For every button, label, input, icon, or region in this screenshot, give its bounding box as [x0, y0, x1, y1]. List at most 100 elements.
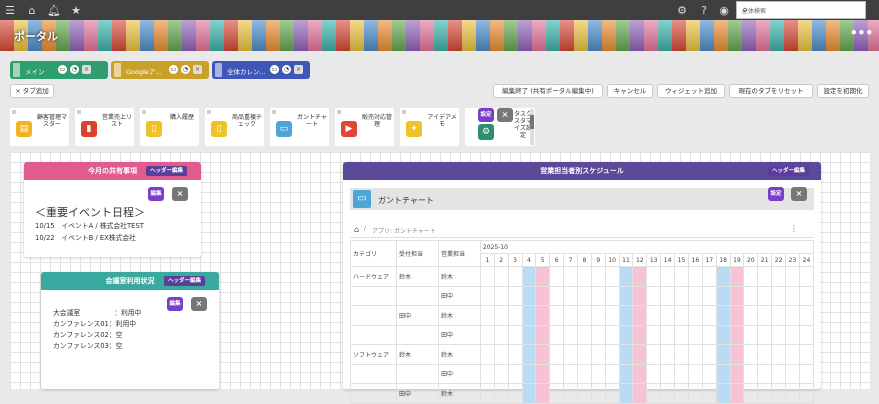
day-cell	[729, 383, 745, 404]
category-cell	[350, 285, 397, 306]
day-cell	[798, 305, 815, 326]
tab-copy-icon[interactable]: ◔	[181, 65, 190, 74]
shortcut-customer-master[interactable]: ▤ 顧客管理マスター	[10, 108, 69, 146]
day-cell	[674, 324, 689, 345]
day-cell	[785, 383, 800, 404]
day-cell	[535, 363, 551, 384]
day-cell	[715, 344, 731, 365]
day-cell	[604, 324, 620, 345]
add-tab-button[interactable]: × タブ追加	[10, 84, 54, 98]
day-cell	[590, 383, 606, 404]
tab-calendar[interactable]: 全体カレン... ▭ ◔ ×	[212, 61, 310, 79]
table-row[interactable]: 田中	[350, 285, 815, 306]
bell-icon[interactable]: 🔔︎	[47, 3, 61, 17]
day-cell	[757, 344, 773, 365]
hamburger-icon[interactable]: ☰	[3, 3, 17, 17]
day-cell	[618, 344, 634, 365]
monitor-icon: ▭	[353, 190, 371, 208]
table-row[interactable]: 田中 鈴木	[350, 383, 815, 404]
init-settings-button[interactable]: 設定を初期化	[817, 84, 869, 98]
table-row[interactable]: 田中 鈴木	[350, 305, 815, 326]
close-button[interactable]: ×	[172, 187, 188, 201]
shortcut-task-settings[interactable]: ⚙ 設定 × タスクスタマイズ設定	[465, 108, 535, 146]
table-row[interactable]: ハードウェア 鈴木 鈴木	[350, 266, 815, 287]
day-cell	[590, 344, 606, 365]
day-cell	[715, 324, 731, 345]
search-icon[interactable]: ⌕	[742, 3, 861, 17]
widget-title: 会議室利用状況	[105, 277, 155, 285]
tab-copy-icon[interactable]: ◔	[70, 65, 79, 74]
sales-cell: 田中	[437, 285, 481, 306]
drag-handle-icon[interactable]	[215, 63, 222, 77]
shortcut-close-button[interactable]: ×	[497, 108, 513, 122]
star-icon[interactable]: ★	[69, 3, 83, 17]
user-icon[interactable]: ◉	[717, 3, 731, 17]
shortcut-purchase-history[interactable]: ▯ 購入履歴	[140, 108, 199, 146]
day-cell	[632, 324, 648, 345]
close-button[interactable]: ×	[191, 297, 207, 311]
shortcut-sales-support[interactable]: ▶ 販売対応管理	[335, 108, 394, 146]
day-cell	[785, 305, 800, 326]
category-cell: ソフトウェア	[350, 344, 397, 365]
day-cell	[590, 305, 606, 326]
shortcut-sales-list[interactable]: ▮ 営業売上リスト	[75, 108, 134, 146]
day-cell	[618, 285, 634, 306]
tab-edit-icon[interactable]: ▭	[58, 65, 67, 74]
tab-close-icon[interactable]: ×	[294, 65, 303, 74]
tab-edit-icon[interactable]: ▭	[270, 65, 279, 74]
shortcut-duplicate-check[interactable]: ▯ 商品重複チェック	[205, 108, 264, 146]
edit-button[interactable]: 編集	[148, 187, 164, 201]
more-vertical-icon[interactable]: ⋮	[790, 224, 798, 233]
event-heading: ＜重要イベント日程＞	[35, 206, 145, 219]
scrollbar-thumb[interactable]	[530, 115, 534, 129]
shortcut-settings-button[interactable]: 設定	[478, 108, 494, 122]
day-cell	[507, 363, 523, 384]
end-edit-button[interactable]: 編集終了 (共有ポータル編集中)	[493, 84, 603, 98]
monitor-icon: ▭	[276, 121, 292, 137]
help-icon[interactable]: ?	[697, 3, 711, 17]
day-header: 15	[674, 253, 689, 267]
day-cell	[798, 383, 815, 404]
table-row[interactable]: ソフトウェア 鈴木 鈴木	[350, 344, 815, 365]
tab-copy-icon[interactable]: ◔	[282, 65, 291, 74]
header-edit-button[interactable]: ヘッダー編集	[767, 166, 809, 176]
header-edit-button[interactable]: ヘッダー編集	[163, 276, 205, 286]
tab-main[interactable]: メイン ▭ ◔ ×	[10, 61, 108, 79]
day-cell	[646, 363, 662, 384]
add-widget-button[interactable]: ウィジェット追加	[657, 84, 725, 98]
gear-icon[interactable]: ⚙	[675, 3, 689, 17]
more-menu-icon[interactable]: •••	[850, 26, 873, 40]
day-cell	[604, 344, 620, 365]
day-cell	[701, 285, 717, 306]
reset-tab-button[interactable]: 現在のタブをリセット	[729, 84, 813, 98]
day-cell	[687, 324, 703, 345]
day-cell	[576, 285, 592, 306]
drag-dot	[142, 110, 146, 114]
drag-handle-icon[interactable]	[114, 63, 121, 77]
cancel-button[interactable]: キャンセル	[607, 84, 653, 98]
tab-google[interactable]: Googleア... ▭ ◔ ×	[111, 61, 209, 79]
shortcut-scrollbar[interactable]	[530, 109, 534, 145]
day-cell	[549, 383, 565, 404]
shortcut-gantt[interactable]: ▭ ガントチャート	[270, 108, 329, 146]
table-row[interactable]: 田中	[350, 324, 815, 345]
receiver-cell: 田中	[395, 305, 439, 326]
tab-edit-icon[interactable]: ▭	[169, 65, 178, 74]
header-edit-button[interactable]: ヘッダー編集	[145, 166, 187, 176]
day-cell	[646, 324, 662, 345]
table-row[interactable]: 田中	[350, 363, 815, 384]
shortcut-idea-memo[interactable]: ✦ アイデアメモ	[400, 108, 459, 146]
tab-close-icon[interactable]: ×	[82, 65, 91, 74]
settings-button[interactable]: 設定	[768, 187, 784, 201]
search-input[interactable]: 全体検索 ⌕	[736, 1, 866, 19]
home-icon[interactable]: ⌂	[354, 225, 359, 234]
drag-handle-icon[interactable]	[13, 63, 20, 77]
tab-close-icon[interactable]: ×	[193, 65, 202, 74]
home-icon[interactable]: ⌂	[25, 3, 39, 17]
day-header: 13	[646, 253, 662, 267]
day-cell	[604, 285, 620, 306]
user-card-icon: ▤	[16, 121, 32, 137]
close-button[interactable]: ×	[791, 187, 807, 201]
receiver-cell: 鈴木	[395, 344, 439, 365]
edit-button[interactable]: 編集	[167, 297, 183, 311]
